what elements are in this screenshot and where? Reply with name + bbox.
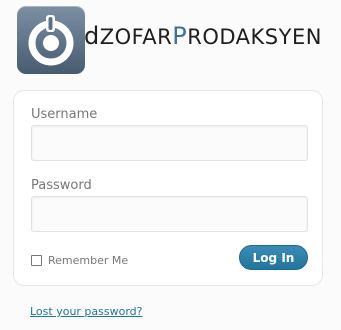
remember-me[interactable]: Remember Me (31, 252, 128, 268)
logo-text-zofar: ZOFAR (99, 25, 173, 49)
username-input[interactable] (31, 125, 308, 161)
username-label: Username (31, 107, 98, 122)
remember-me-label[interactable]: Remember Me (48, 254, 128, 267)
logo-text-p: P (172, 22, 188, 50)
lost-password-link[interactable]: Lost your password? (30, 305, 143, 318)
password-input[interactable] (31, 196, 308, 232)
logo-text-rodaksyen: RODAKSYEN (187, 25, 322, 49)
logo-wordmark: dZOFARPRODAKSYEN (84, 20, 322, 53)
password-label: Password (31, 178, 92, 193)
log-in-button[interactable]: Log In (239, 245, 308, 270)
camera-lens-icon (17, 6, 85, 74)
logo-text-d: d (84, 22, 100, 50)
remember-me-checkbox[interactable] (31, 254, 42, 266)
login-form: Username Password Remember Me Log In (13, 90, 323, 286)
site-logo[interactable]: dZOFARPRODAKSYEN (17, 6, 322, 74)
